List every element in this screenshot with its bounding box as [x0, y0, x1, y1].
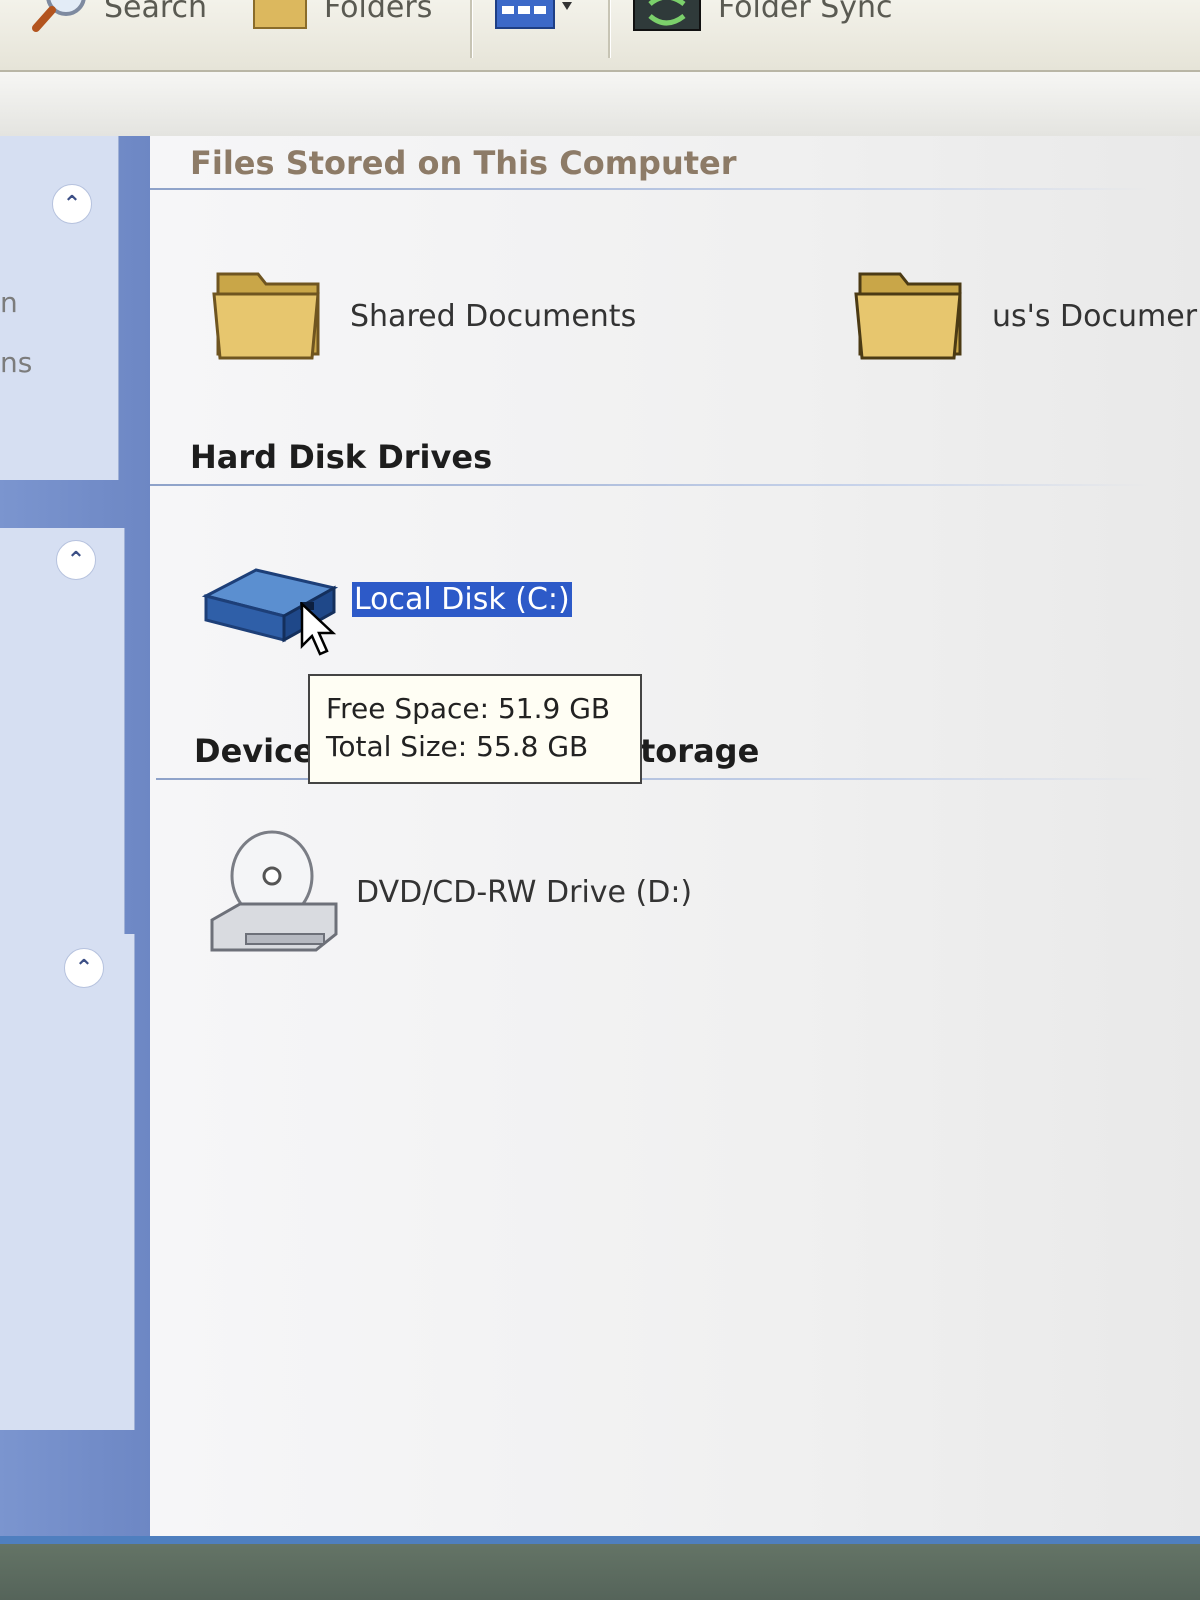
- optical-drive-icon: [206, 830, 346, 974]
- task-pane-section: ⌃ n ns: [0, 136, 119, 480]
- folder-icon: [850, 254, 970, 378]
- group-title-devices: Device: [194, 732, 315, 770]
- group-divider: [156, 778, 1156, 780]
- views-icon: [494, 0, 584, 32]
- tooltip-total-size: Total Size: 55.8 GB: [326, 730, 589, 763]
- folder-icon: [208, 254, 328, 378]
- drive-item-local-disk-c[interactable]: Local Disk (C:): [200, 556, 572, 650]
- folder-item-user-documents[interactable]: us's Documer: [850, 254, 1197, 378]
- drive-label: DVD/CD-RW Drive (D:): [356, 874, 693, 910]
- task-pane: ⌃ n ns ⌃ ⌃: [0, 136, 150, 1536]
- views-button[interactable]: [494, 0, 584, 32]
- folder-label: us's Documer: [992, 298, 1198, 334]
- group-title-files: Files Stored on This Computer: [190, 144, 737, 182]
- group-divider: [150, 188, 1150, 190]
- group-title-devices-right: torage: [640, 732, 760, 770]
- folder-sync-label: Folder Sync: [718, 0, 893, 25]
- drive-tooltip: Free Space: 51.9 GB Total Size: 55.8 GB: [308, 674, 642, 784]
- search-label: Search: [104, 0, 208, 25]
- address-bar-strip: [0, 72, 1200, 137]
- group-divider: [150, 484, 1150, 486]
- toolbar: Search Folders Folder Sync: [0, 0, 1200, 72]
- mouse-pointer-icon: [300, 601, 340, 662]
- drive-item-dvd-cd-rw-d[interactable]: DVD/CD-RW Drive (D:): [206, 830, 692, 974]
- folders-label: Folders: [324, 0, 433, 25]
- collapse-icon[interactable]: ⌃: [52, 184, 92, 224]
- drive-label-selected: Local Disk (C:): [352, 581, 572, 617]
- collapse-icon[interactable]: ⌃: [56, 540, 96, 580]
- folder-sync-icon: [632, 0, 704, 32]
- task-pane-text: ns: [0, 346, 33, 379]
- monitor-bezel: [0, 1536, 1200, 1600]
- group-title-hard-disk-drives: Hard Disk Drives: [190, 438, 493, 476]
- folders-button[interactable]: Folders: [250, 0, 432, 32]
- task-pane-text: n: [0, 286, 18, 319]
- group-title-devices-left: Device: [194, 732, 315, 770]
- file-list-view: Files Stored on This Computer Shared Doc…: [150, 136, 1200, 1536]
- folder-sync-button[interactable]: Folder Sync: [632, 0, 893, 32]
- toolbar-separator: [608, 0, 611, 58]
- tooltip-free-space: Free Space: 51.9 GB: [326, 692, 611, 725]
- folder-icon: [250, 0, 310, 32]
- collapse-icon[interactable]: ⌃: [64, 948, 104, 988]
- folder-item-shared-documents[interactable]: Shared Documents: [208, 254, 636, 378]
- folder-label: Shared Documents: [350, 298, 637, 334]
- search-button[interactable]: Search: [30, 0, 207, 32]
- search-icon: [30, 0, 90, 32]
- toolbar-separator: [470, 0, 473, 58]
- task-pane-section: ⌃: [0, 934, 135, 1430]
